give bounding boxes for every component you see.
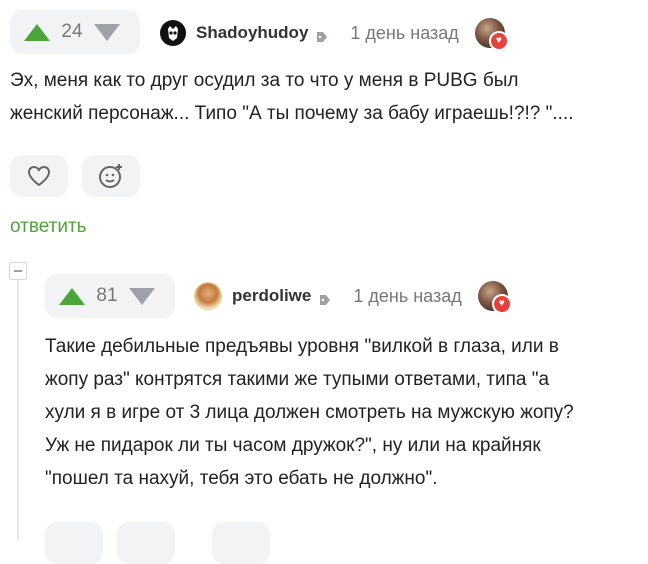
vote-widget: 81 [45,274,175,318]
timestamp[interactable]: 1 день назад [353,286,461,307]
add-reaction-button[interactable] [117,522,175,564]
heart-badge-icon: ♥ [491,294,512,314]
heart-icon [27,165,51,187]
comment-meta: Shadoyhudoy 1 день назад ♥ [160,18,509,51]
text-line: хули я в игре от 3 лица должен смотреть … [45,402,574,423]
thread-line[interactable] [17,280,19,540]
arrow-up-icon[interactable] [59,287,85,305]
vote-widget: 24 [10,10,140,54]
add-reaction-button[interactable] [82,155,140,197]
avatar[interactable] [160,20,186,46]
text-line: Эх, меня как то друг осудил за то что у … [10,70,519,91]
more-button[interactable] [212,522,270,564]
user-mini-avatar[interactable]: ♥ [474,18,509,51]
user-mini-avatar[interactable]: ♥ [477,281,512,314]
collapse-thread-button[interactable] [9,262,27,280]
comment-text: Такие дебильные предъявы уровня "вилкой … [45,330,645,495]
add-emoji-icon [99,164,122,188]
avatar[interactable] [194,282,222,310]
like-button[interactable] [10,155,68,197]
username[interactable]: perdoliwe [232,286,311,306]
timestamp[interactable]: 1 день назад [350,23,458,44]
text-line: женский персонаж... Типо "А ты почему за… [10,103,574,124]
arrow-down-icon[interactable] [129,287,155,305]
reply-link[interactable]: ответить [10,216,87,238]
arrow-down-icon[interactable] [94,23,120,41]
text-line: Уж не пидарок ли ты часом дружок?", ну и… [45,435,541,456]
arrow-up-icon[interactable] [24,23,50,41]
comment-meta: perdoliwe 1 день назад ♥ [194,281,512,314]
rating-count: 24 [61,21,83,42]
text-line: Такие дебильные предъявы уровня "вилкой … [45,336,559,357]
text-line: "пошел та нахуй, тебя это ебать не должн… [45,468,438,489]
comment-text: Эх, меня как то друг осудил за то что у … [10,64,640,130]
tag-icon[interactable] [316,27,328,42]
tag-icon[interactable] [319,290,331,305]
username[interactable]: Shadoyhudoy [196,23,308,43]
like-button[interactable] [45,522,103,564]
text-line: жопу раз" контрятся такими же тупыми отв… [45,369,550,390]
rating-count: 81 [96,285,118,306]
heart-badge-icon: ♥ [488,31,509,51]
